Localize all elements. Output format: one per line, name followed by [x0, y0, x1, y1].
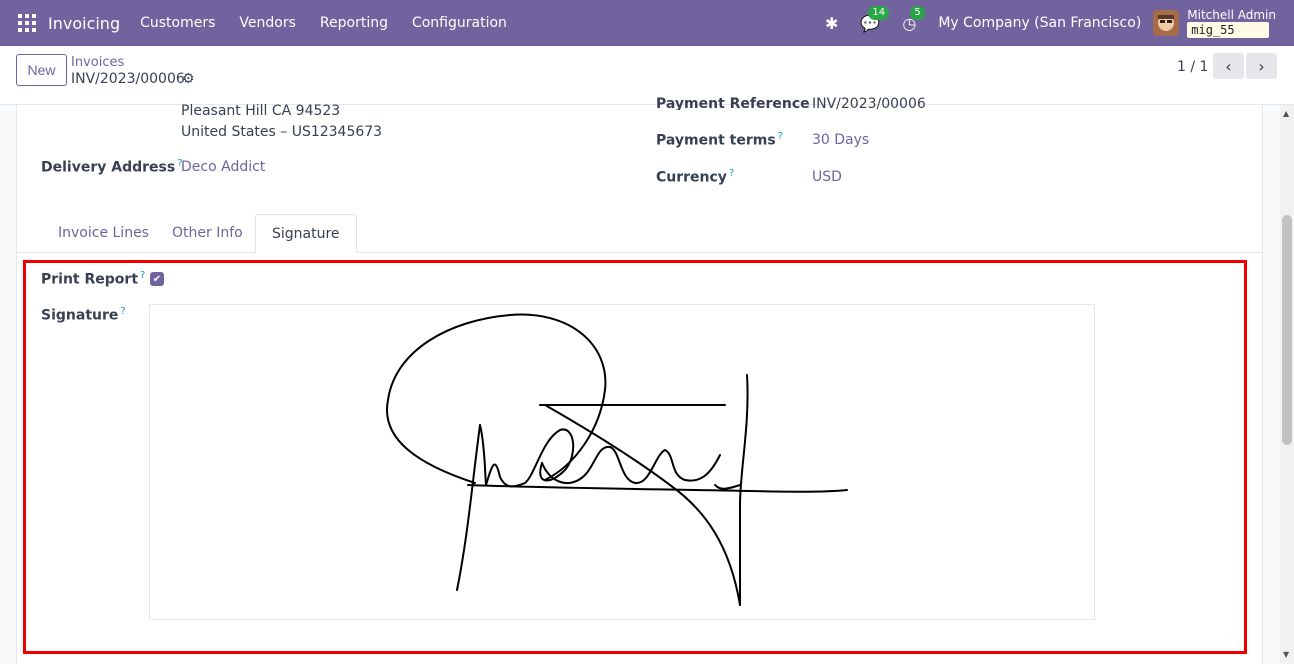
navbar-systray: ✱ 💬 14 ◷ 5 My Company (San Francisco) Mitc…	[825, 0, 1294, 46]
signature-drawing	[385, 313, 848, 606]
user-avatar[interactable]	[1153, 10, 1180, 36]
signature-field[interactable]	[149, 304, 1095, 620]
help-icon[interactable]: ?	[140, 270, 145, 281]
user-name: Mitchell Admin	[1187, 8, 1276, 22]
payment-terms-label: Payment terms?	[656, 131, 783, 149]
database-name: mig_55	[1187, 22, 1270, 38]
payment-terms-value[interactable]: 30 Days	[812, 132, 869, 148]
messages-badge: 14	[868, 5, 890, 20]
notebook-tabs: Invoice Lines Other Info Signature	[17, 214, 1263, 253]
currency-label: Currency?	[656, 168, 735, 186]
new-button[interactable]: New	[16, 54, 67, 86]
payment-reference-label: Payment Reference	[656, 96, 810, 110]
menu-vendors[interactable]: Vendors	[239, 15, 295, 31]
breadcrumb-current: INV/2023/00006	[71, 71, 185, 87]
scroll-up-icon[interactable]: ▲	[1283, 109, 1289, 118]
address-line-2: United States – US12345673	[181, 124, 383, 140]
help-icon[interactable]: ?	[729, 168, 734, 179]
menu-customers[interactable]: Customers	[140, 15, 215, 31]
currency-value[interactable]: USD	[812, 169, 842, 185]
help-icon[interactable]: ?	[778, 131, 783, 142]
signature-label: Signature?	[41, 306, 126, 324]
scroll-thumb[interactable]	[1282, 215, 1292, 445]
tab-signature[interactable]: Signature	[255, 214, 357, 253]
tab-invoice-lines[interactable]: Invoice Lines	[42, 214, 165, 253]
delivery-address-value[interactable]: Deco Addict	[181, 159, 265, 175]
pager-next-button[interactable]: ›	[1246, 53, 1277, 79]
apps-menu-icon[interactable]	[18, 14, 36, 32]
menu-reporting[interactable]: Reporting	[320, 15, 388, 31]
pager-previous-button[interactable]: ‹	[1213, 53, 1244, 79]
control-panel: New Invoices INV/2023/00006 ⚙ 1 / 1 ‹ ›	[0, 46, 1294, 105]
tab-other-info[interactable]: Other Info	[156, 214, 259, 253]
checkmark-icon: ✔	[152, 273, 162, 285]
print-report-label: Print Report?	[41, 270, 146, 288]
vertical-scrollbar[interactable]: ▲ ▼	[1280, 105, 1294, 664]
delivery-address-label: Delivery Address?	[41, 158, 183, 176]
scroll-down-icon[interactable]: ▼	[1283, 650, 1289, 659]
debug-bug-icon[interactable]: ✱	[825, 14, 838, 33]
chevron-right-icon: ›	[1258, 56, 1265, 76]
menu-configuration[interactable]: Configuration	[412, 15, 507, 31]
payment-reference-value[interactable]: INV/2023/00006	[812, 96, 926, 110]
app-name[interactable]: Invoicing	[48, 14, 120, 33]
breadcrumb-invoices[interactable]: Invoices	[71, 55, 124, 70]
top-navbar: Invoicing Customers Vendors Reporting Co…	[0, 0, 1294, 46]
print-report-checkbox[interactable]: ✔	[150, 272, 164, 286]
activities-badge: 5	[910, 5, 925, 20]
activities-clock-icon[interactable]: ◷ 5	[902, 5, 925, 33]
messages-icon[interactable]: 💬 14	[860, 5, 890, 33]
pager-value[interactable]: 1 / 1	[1177, 59, 1208, 75]
address-line-1: Pleasant Hill CA 94523	[181, 103, 341, 119]
chevron-left-icon: ‹	[1225, 56, 1232, 76]
help-icon[interactable]: ?	[120, 306, 125, 317]
user-menu[interactable]: Mitchell Admin mig_55	[1187, 8, 1276, 38]
gear-icon[interactable]: ⚙	[182, 71, 195, 87]
company-switcher[interactable]: My Company (San Francisco)	[938, 15, 1141, 31]
